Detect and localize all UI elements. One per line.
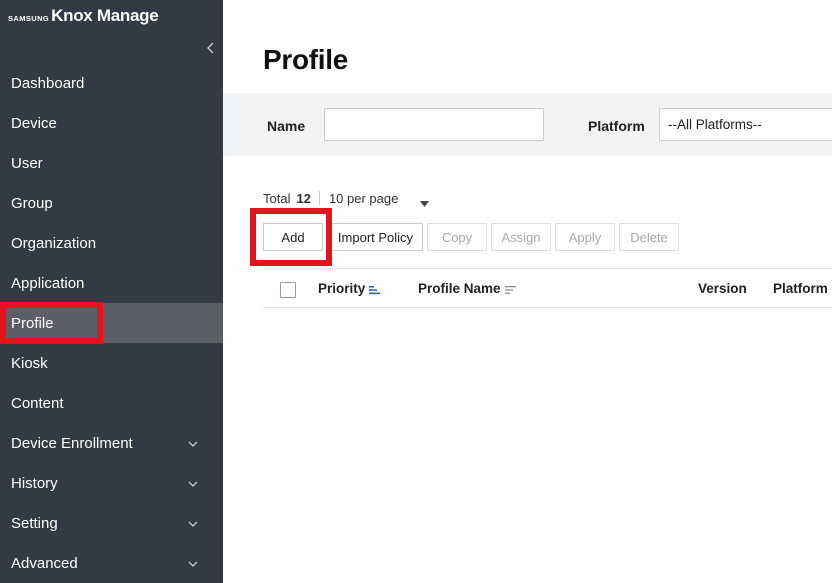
sidebar-item-label: Group <box>11 194 53 212</box>
platform-select[interactable]: --All Platforms-- <box>659 108 832 141</box>
apply-button[interactable]: Apply <box>555 223 615 251</box>
column-priority[interactable]: Priority <box>318 269 381 307</box>
platform-select-value: --All Platforms-- <box>668 117 762 132</box>
sidebar-item-profile[interactable]: Profile <box>0 303 223 343</box>
sidebar-item-label: Profile <box>11 314 54 332</box>
sort-icon[interactable] <box>369 283 381 295</box>
sidebar-item-history[interactable]: History <box>0 463 223 503</box>
sidebar-item-application[interactable]: Application <box>0 263 223 303</box>
select-all-checkbox[interactable] <box>280 282 296 298</box>
collapse-sidebar-icon[interactable] <box>204 40 218 56</box>
caret-down-icon <box>420 195 430 207</box>
sidebar-item-kiosk[interactable]: Kiosk <box>0 343 223 383</box>
total-label: Total <box>263 190 291 206</box>
chevron-down-icon <box>186 477 200 489</box>
sidebar-item-label: Content <box>11 394 64 412</box>
assign-button[interactable]: Assign <box>491 223 551 251</box>
sidebar-item-label: Device Enrollment <box>11 434 133 452</box>
sidebar-item-organization[interactable]: Organization <box>0 223 223 263</box>
delete-button[interactable]: Delete <box>619 223 679 251</box>
sidebar-item-label: Application <box>11 274 85 292</box>
add-button[interactable]: Add <box>263 223 323 251</box>
sidebar-item-advanced[interactable]: Advanced <box>0 543 223 583</box>
sidebar-item-setting[interactable]: Setting <box>0 503 223 543</box>
column-version[interactable]: Version <box>698 269 747 307</box>
name-filter-input[interactable] <box>324 108 544 141</box>
sidebar-item-label: Organization <box>11 234 97 252</box>
sort-icon[interactable] <box>504 283 516 294</box>
chevron-down-icon <box>186 557 200 569</box>
sidebar-item-label: User <box>11 154 43 172</box>
sidebar-item-label: Dashboard <box>11 74 85 92</box>
platform-filter-label: Platform <box>588 118 645 134</box>
brand-product: Knox Manage <box>51 6 159 25</box>
sidebar-item-dashboard[interactable]: Dashboard <box>0 63 223 103</box>
sidebar: SAMSUNG Knox Manage Dashboard Device Use… <box>0 0 223 583</box>
divider <box>318 191 320 205</box>
sidebar-item-group[interactable]: Group <box>0 183 223 223</box>
chevron-down-icon <box>186 437 200 449</box>
per-page-select[interactable]: 10 per page <box>328 190 430 207</box>
column-platform[interactable]: Platform <box>773 269 828 307</box>
column-label: Version <box>698 280 747 296</box>
sidebar-item-label: Setting <box>11 514 58 532</box>
column-label: Priority <box>318 280 366 296</box>
sidebar-item-label: Advanced <box>11 554 78 572</box>
chevron-down-icon <box>186 517 200 529</box>
column-label: Platform <box>773 280 828 296</box>
brand-company: SAMSUNG <box>8 14 50 23</box>
sidebar-item-device-enrollment[interactable]: Device Enrollment <box>0 423 223 463</box>
brand-logo[interactable]: SAMSUNG Knox Manage <box>8 6 159 28</box>
table-header: Priority Profile Name Version Platform <box>263 268 832 308</box>
per-page-value: 10 per page <box>328 190 399 206</box>
name-filter-label: Name <box>267 118 306 134</box>
column-label: Profile Name <box>418 280 501 296</box>
copy-button[interactable]: Copy <box>427 223 487 251</box>
sidebar-item-label: History <box>11 474 58 492</box>
sidebar-item-user[interactable]: User <box>0 143 223 183</box>
sidebar-item-device[interactable]: Device <box>0 103 223 143</box>
column-profile-name[interactable]: Profile Name <box>418 269 516 307</box>
total-count: 12 <box>296 190 311 206</box>
import-policy-button[interactable]: Import Policy <box>328 223 423 251</box>
sidebar-item-label: Kiosk <box>11 354 48 372</box>
page-title: Profile <box>263 44 349 75</box>
sidebar-item-label: Device <box>11 114 57 132</box>
sidebar-item-content[interactable]: Content <box>0 383 223 423</box>
list-summary: Total 12 10 per page <box>263 189 430 207</box>
